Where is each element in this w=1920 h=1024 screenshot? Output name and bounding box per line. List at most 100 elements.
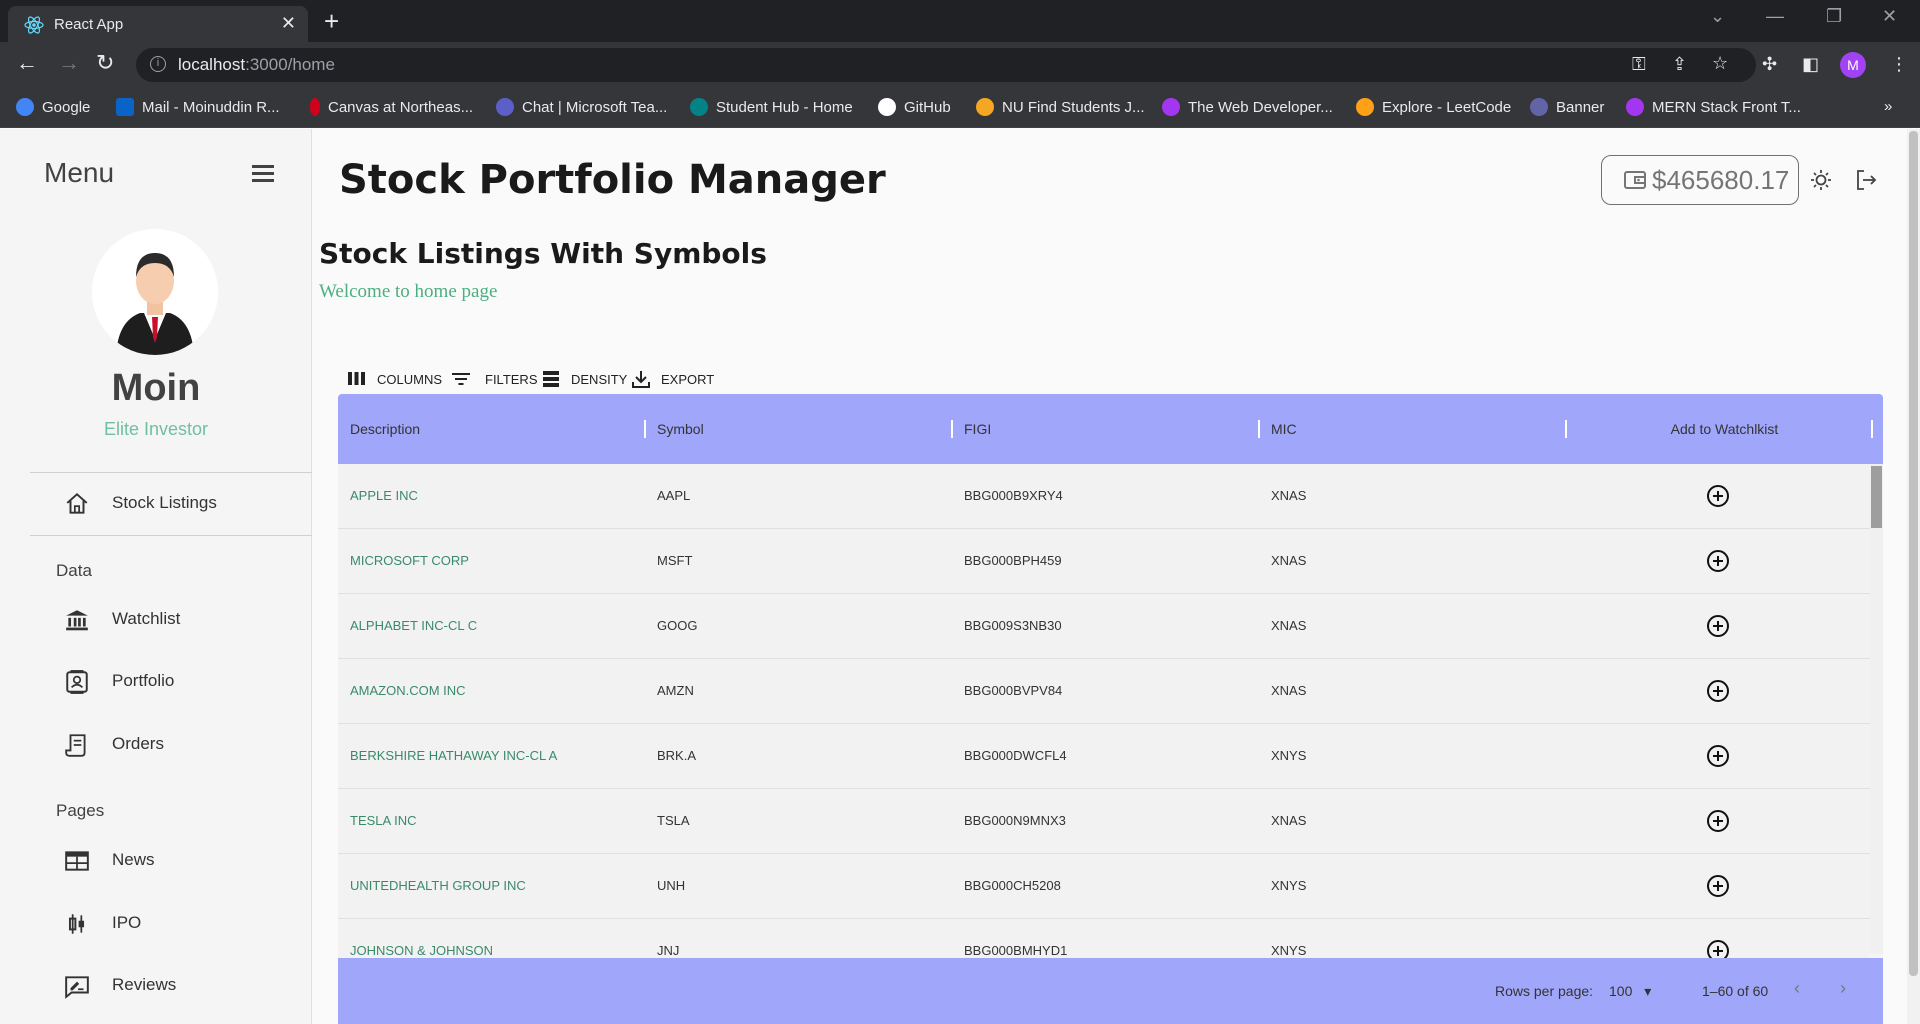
cell-description[interactable]: MICROSOFT CORP [350,553,469,568]
extensions-icon[interactable]: ✣ [1762,54,1777,75]
sidebar-item-reviews[interactable]: Reviews [0,961,312,1011]
bookmark-nu-find[interactable]: NU Find Students J... [976,98,1145,116]
sidebar-item-portfolio[interactable]: Portfolio [0,657,312,707]
bookmark-canvas[interactable]: Canvas at Northeas... [310,98,473,116]
table-row[interactable]: APPLE INC AAPL BBG000B9XRY4 XNAS [338,464,1870,529]
sidebar-item-stock-listings[interactable]: Stock Listings [0,479,312,529]
page-scrollbar-thumb[interactable] [1909,131,1918,976]
add-circle-icon[interactable] [1706,809,1730,833]
close-tab-icon[interactable]: ✕ [281,13,296,34]
candlestick-icon [68,914,85,934]
bookmark-star-icon[interactable]: ☆ [1712,53,1728,74]
column-separator[interactable] [1565,420,1567,438]
cell-mic: XNAS [1271,618,1307,633]
stock-data-grid: Description Symbol FIGI MIC Add to Watch… [338,394,1883,1024]
site-info-icon[interactable]: i [150,56,166,72]
table-row[interactable]: UNITEDHEALTH GROUP INC UNH BBG000CH5208 … [338,854,1870,919]
browser-tab[interactable]: React App ✕ [8,6,308,42]
filters-button[interactable]: FILTERS [451,365,538,395]
density-button[interactable]: DENSITY [541,365,631,395]
column-header-figi[interactable]: FIGI [964,421,991,437]
add-circle-icon[interactable] [1706,614,1730,638]
tab-search-icon[interactable]: ⌄ [1710,6,1725,27]
profile-avatar[interactable]: M [1840,52,1866,78]
cell-description[interactable]: TESLA INC [350,813,416,828]
sidebar-item-label: Orders [112,734,164,753]
sidebar-item-orders[interactable]: Orders [0,720,312,770]
table-row[interactable]: BERKSHIRE HATHAWAY INC-CL A BRK.A BBG000… [338,724,1870,789]
cell-mic: XNYS [1271,878,1307,893]
udemy-icon [1626,98,1644,116]
sidebar-item-news[interactable]: News [0,836,312,886]
previous-page-icon[interactable]: ‹ [1794,978,1800,999]
new-tab-icon[interactable]: + [324,6,339,37]
bookmark-banner[interactable]: Banner [1530,98,1604,116]
cell-figi: BBG000BMHYD1 [964,943,1068,958]
banner-icon [1530,98,1548,116]
table-row[interactable]: MICROSOFT CORP MSFT BBG000BPH459 XNAS [338,529,1870,594]
add-circle-icon[interactable] [1706,744,1730,768]
restore-icon[interactable]: ❐ [1826,6,1842,27]
chrome-menu-icon[interactable]: ⋮ [1890,54,1908,75]
bookmark-google[interactable]: Google [16,98,90,116]
bookmark-udemy-web-dev[interactable]: The Web Developer... [1162,98,1333,116]
column-separator[interactable] [644,420,646,438]
bookmark-teams[interactable]: Chat | Microsoft Tea... [496,98,667,116]
cell-figi: BBG000BVPV84 [964,683,1063,698]
next-page-icon[interactable]: › [1840,978,1846,999]
forward-icon[interactable]: → [58,50,80,76]
browser-tab-bar: React App ✕ + ⌄ — ❐ ✕ [0,0,1920,42]
share-icon[interactable]: ⇪ [1672,54,1687,75]
bookmark-student-hub[interactable]: Student Hub - Home [690,98,853,116]
column-header-mic[interactable]: MIC [1271,421,1297,437]
rows-per-page-select[interactable]: 100 ▾ [1609,983,1651,1000]
bookmark-mern[interactable]: MERN Stack Front T... [1626,98,1801,116]
back-icon[interactable]: ← [16,50,38,76]
table-row[interactable]: ALPHABET INC-CL C GOOG BBG009S3NB30 XNAS [338,594,1870,659]
bookmark-leetcode[interactable]: Explore - LeetCode [1356,98,1511,116]
address-bar[interactable]: i localhost:3000/home ⚿ ⇪ ☆ [136,48,1756,82]
url-text[interactable]: localhost:3000/home [178,55,335,75]
bookmark-github[interactable]: GitHub [878,98,951,116]
cell-description[interactable]: ALPHABET INC-CL C [350,618,477,633]
column-header-description[interactable]: Description [350,421,420,437]
reload-icon[interactable]: ↻ [96,50,114,76]
sidebar-item-label: Stock Listings [112,493,217,512]
column-separator[interactable] [951,420,953,438]
main-content: Stock Portfolio Manager $465680.17 Stock… [313,129,1920,1024]
minimize-icon[interactable]: — [1766,6,1784,27]
logout-icon[interactable] [1855,169,1877,191]
bookmark-mail[interactable]: Mail - Moinuddin R... [116,98,280,116]
add-circle-icon[interactable] [1706,874,1730,898]
column-separator[interactable] [1871,420,1873,438]
key-icon[interactable]: ⚿ [1632,54,1646,75]
sidebar-item-watchlist[interactable]: Watchlist [0,595,312,645]
cell-description[interactable]: APPLE INC [350,488,418,503]
scrollbar-thumb[interactable] [1871,466,1882,528]
columns-button[interactable]: COLUMNS [347,365,442,395]
menu-title: Menu [44,157,115,188]
avatar [92,229,218,355]
sidebar-item-ipo[interactable]: IPO [0,899,312,949]
github-icon [878,98,896,116]
table-row[interactable]: TESLA INC TSLA BBG000N9MNX3 XNAS [338,789,1870,854]
column-header-add-to-watchlist[interactable]: Add to Watchlkist [1578,421,1871,437]
add-circle-icon[interactable] [1706,484,1730,508]
side-panel-icon[interactable]: ◧ [1802,54,1819,75]
cell-description[interactable]: UNITEDHEALTH GROUP INC [350,878,526,893]
export-button[interactable]: EXPORT [631,365,714,395]
add-circle-icon[interactable] [1706,549,1730,573]
grid-scrollbar[interactable] [1870,464,1883,954]
add-circle-icon[interactable] [1706,679,1730,703]
page-scrollbar[interactable] [1907,129,1920,1024]
table-row[interactable]: AMAZON.COM INC AMZN BBG000BVPV84 XNAS [338,659,1870,724]
column-separator[interactable] [1258,420,1260,438]
sun-icon[interactable] [1810,169,1832,191]
cell-description[interactable]: JOHNSON & JOHNSON [350,943,493,958]
hamburger-menu-icon[interactable] [252,165,274,186]
more-bookmarks-icon[interactable]: » [1884,98,1892,115]
column-header-symbol[interactable]: Symbol [657,421,704,437]
cell-description[interactable]: BERKSHIRE HATHAWAY INC-CL A [350,748,557,763]
close-window-icon[interactable]: ✕ [1882,6,1897,27]
cell-description[interactable]: AMAZON.COM INC [350,683,466,698]
